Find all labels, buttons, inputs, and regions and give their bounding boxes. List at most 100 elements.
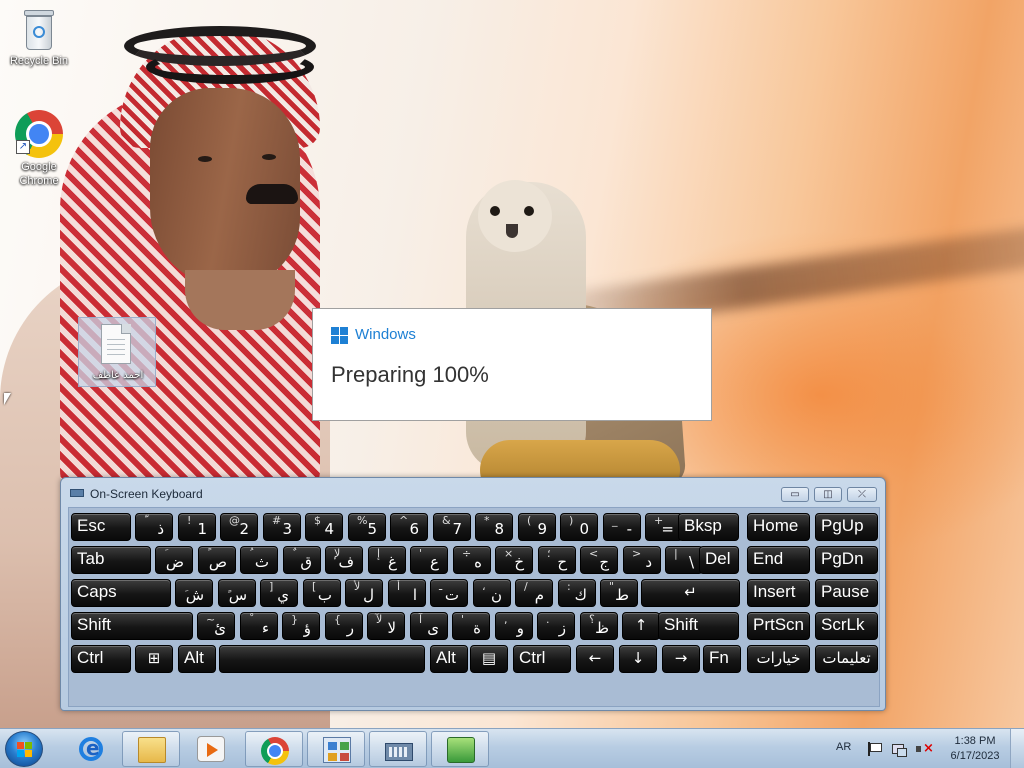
key-character[interactable]: ٍس [218, 579, 256, 607]
key-pgdn[interactable]: PgDn [815, 546, 878, 574]
key--[interactable]: → [662, 645, 700, 673]
key-character[interactable]: ٌق [283, 546, 321, 574]
key-shift-label: ؟ [589, 613, 595, 626]
key-character[interactable]: ًص [198, 546, 236, 574]
key-character[interactable]: ْء [240, 612, 278, 640]
system-clock[interactable]: 1:38 PM 6/17/2023 [944, 734, 1006, 764]
key-ctrl[interactable]: Ctrl [513, 645, 571, 673]
key-prtscn[interactable]: PrtScn [747, 612, 810, 640]
key-caps[interactable]: Caps [71, 579, 171, 607]
key-fn[interactable]: Fn [703, 645, 741, 673]
key-pgup[interactable]: PgUp [815, 513, 878, 541]
key-character[interactable]: آى [410, 612, 448, 640]
key-shift-label: ) [569, 514, 574, 527]
key--[interactable]: ↑ [622, 612, 660, 640]
key-character[interactable]: #3 [263, 513, 301, 541]
key-home[interactable]: Home [747, 513, 810, 541]
key--[interactable]: ⊞ [135, 645, 173, 673]
key-character[interactable]: $4 [305, 513, 343, 541]
key-character[interactable]: ـت [430, 579, 468, 607]
key-end[interactable]: End [747, 546, 810, 574]
key-space[interactable] [219, 645, 425, 673]
key-character[interactable]: َض [155, 546, 193, 574]
volume-muted-icon[interactable] [915, 741, 934, 757]
minimize-button[interactable]: ▭ [781, 487, 809, 502]
key-character[interactable]: " ط [600, 579, 638, 607]
taskbar-internet-explorer[interactable] [62, 731, 120, 767]
key--[interactable]: ↓ [619, 645, 657, 673]
taskbar-setup[interactable] [431, 731, 489, 767]
key-character[interactable]: ' ة [452, 612, 490, 640]
key--[interactable]: تعليمات [815, 645, 878, 673]
key-character[interactable]: & 7 [433, 513, 471, 541]
key-character[interactable]: > د [623, 546, 661, 574]
key-character[interactable]: | \ [665, 546, 703, 574]
key-character[interactable]: @2 [220, 513, 258, 541]
key-alt[interactable]: Alt [430, 645, 468, 673]
key-character[interactable]: ! 1 [178, 513, 216, 541]
key-character[interactable]: .ز [537, 612, 575, 640]
key-character[interactable]: < ج [580, 546, 618, 574]
key-character[interactable]: * 8 [475, 513, 513, 541]
taskbar-windows-explorer[interactable] [122, 731, 180, 767]
key-character[interactable]: لآ لا [367, 612, 405, 640]
key-shift[interactable]: Shift [71, 612, 193, 640]
key-character[interactable]: (9 [518, 513, 556, 541]
key-alt[interactable]: Alt [178, 645, 216, 673]
key-character[interactable]: ÷ ه [453, 546, 491, 574]
key-character[interactable]: } ؤ [282, 612, 320, 640]
key-character[interactable]: ' ع [410, 546, 448, 574]
key--[interactable]: خيارات [747, 645, 810, 673]
key-character[interactable]: :ك [558, 579, 596, 607]
restore-button[interactable]: ◫ [814, 487, 842, 502]
key-character[interactable]: / م [515, 579, 553, 607]
key-label: ؤ [303, 619, 311, 637]
osk-titlebar[interactable]: On-Screen Keyboard ▭ ◫ ⤫ [61, 478, 885, 506]
key-character[interactable]: إغ [368, 546, 406, 574]
key-character[interactable]: [ب [303, 579, 341, 607]
key-shift[interactable]: Shift [658, 612, 739, 640]
key-character[interactable]: لأ ل [345, 579, 383, 607]
key--[interactable]: ▤ [470, 645, 508, 673]
key-character[interactable]: لإ ف [325, 546, 363, 574]
taskbar-media-player[interactable] [182, 731, 240, 767]
taskbar-control-panel[interactable] [307, 731, 365, 767]
key-esc[interactable]: Esc [71, 513, 131, 541]
key-character[interactable]: × خ [495, 546, 533, 574]
key-character[interactable]: ^ 6 [390, 513, 428, 541]
key-character[interactable]: ,و [495, 612, 533, 640]
key-character[interactable]: ُث [240, 546, 278, 574]
key-character[interactable]: ] ي [260, 579, 298, 607]
key-character[interactable]: _ - [603, 513, 641, 541]
key--[interactable]: ← [576, 645, 614, 673]
key-character[interactable]: {ر [325, 612, 363, 640]
key-character[interactable]: أا [388, 579, 426, 607]
close-button[interactable]: ⤫ [847, 487, 877, 502]
network-icon[interactable] [891, 741, 907, 757]
key-character[interactable]: ّذ [135, 513, 173, 541]
key-del[interactable]: Del [699, 546, 739, 574]
taskbar-google-chrome[interactable] [245, 731, 303, 767]
key-pause[interactable]: Pause [815, 579, 878, 607]
key-character[interactable]: ) 0 [560, 513, 598, 541]
key-tab[interactable]: Tab [71, 546, 151, 574]
show-desktop-button[interactable] [1010, 729, 1024, 768]
key-character[interactable]: ؟ ظ [580, 612, 618, 640]
key-bksp[interactable]: Bksp [678, 513, 739, 541]
key-character[interactable]: ِش [175, 579, 213, 607]
key-scrlk[interactable]: ScrLk [815, 612, 878, 640]
key-character[interactable]: % 5 [348, 513, 386, 541]
desktop-icon-google-chrome[interactable]: ↗ Google Chrome [2, 110, 76, 188]
key-ctrl[interactable]: Ctrl [71, 645, 131, 673]
start-button[interactable] [5, 731, 43, 767]
action-center-flag-icon[interactable] [866, 741, 882, 757]
language-indicator[interactable]: AR [836, 741, 851, 753]
key-character[interactable]: ؛ ح [538, 546, 576, 574]
key-character[interactable]: ~ ئ [197, 612, 235, 640]
desktop-icon-text-file[interactable]: احمد عاطف [78, 317, 156, 387]
key-character[interactable]: ، ن [473, 579, 511, 607]
desktop-icon-recycle-bin[interactable]: Recycle Bin [2, 8, 76, 68]
key--[interactable]: ↵ [641, 579, 740, 607]
key-insert[interactable]: Insert [747, 579, 810, 607]
taskbar-on-screen-keyboard[interactable] [369, 731, 427, 767]
